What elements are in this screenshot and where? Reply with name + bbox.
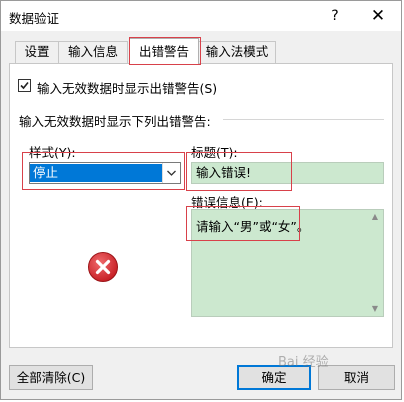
clear-all-button[interactable]: 全部清除(C) — [9, 365, 93, 390]
cancel-button[interactable]: 取消 — [318, 365, 395, 390]
data-validation-dialog: 数据验证 ? ✕ 设置 输入信息 出错警告 输入法模式 输入无效数据时显示出错警… — [0, 0, 402, 400]
show-error-checkbox-label[interactable]: 输入无效数据时显示出错警告(S) — [37, 78, 217, 97]
chevron-down-icon[interactable] — [162, 163, 180, 183]
title-input[interactable]: 输入错误! — [191, 162, 384, 184]
scroll-up-icon[interactable]: ▲ — [369, 212, 381, 222]
show-error-checkbox[interactable] — [18, 79, 31, 92]
style-label: 样式(Y): — [29, 145, 76, 160]
error-stop-icon — [88, 252, 118, 282]
close-button[interactable]: ✕ — [366, 4, 390, 28]
group-divider — [223, 119, 384, 120]
checkmark-icon — [20, 81, 29, 90]
group-label: 输入无效数据时显示下列出错警告: — [19, 114, 211, 129]
error-message-textarea[interactable]: 请输入“男”或“女”。 ▲ ▼ — [191, 209, 384, 317]
title-bar: 数据验证 ? ✕ — [1, 1, 401, 31]
tab-error-alert[interactable]: 出错警告 — [129, 38, 199, 64]
title-label: 标题(T): — [191, 145, 238, 160]
tab-ime-mode[interactable]: 输入法模式 — [198, 41, 276, 63]
watermark: Bai 经验 — [278, 355, 329, 370]
scroll-down-icon[interactable]: ▼ — [369, 304, 381, 314]
tab-settings[interactable]: 设置 — [15, 41, 59, 63]
tab-input-message[interactable]: 输入信息 — [58, 41, 128, 63]
help-button[interactable]: ? — [324, 5, 346, 27]
error-message-text: 请输入“男”或“女”。 — [196, 219, 310, 234]
style-select[interactable]: 停止 — [29, 162, 181, 184]
style-select-value: 停止 — [30, 164, 163, 182]
dialog-title: 数据验证 — [9, 11, 60, 26]
